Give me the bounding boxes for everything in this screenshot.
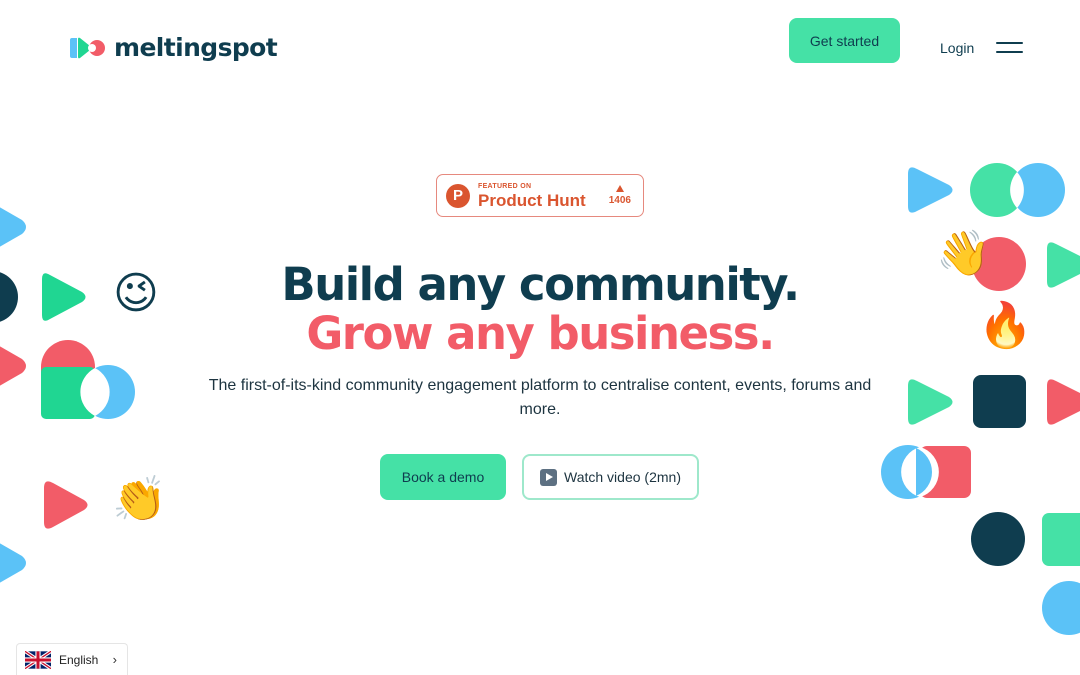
circle-shape bbox=[971, 512, 1025, 566]
triangle-shape bbox=[0, 346, 26, 386]
clap-emoji: 👏 bbox=[112, 475, 167, 524]
menu-line bbox=[996, 42, 1023, 44]
meltingspot-logo-icon bbox=[70, 37, 105, 58]
upvote-triangle-icon bbox=[615, 185, 624, 192]
get-started-button[interactable]: Get started bbox=[789, 18, 900, 63]
uk-flag-icon bbox=[25, 650, 51, 669]
book-demo-button[interactable]: Book a demo bbox=[380, 454, 506, 500]
chevron-right-icon: › bbox=[112, 652, 117, 667]
product-hunt-logo-icon: P bbox=[446, 183, 470, 208]
watch-video-button[interactable]: Watch video (2mn) bbox=[522, 454, 699, 500]
hamburger-menu-icon[interactable] bbox=[996, 40, 1024, 54]
fire-emoji: 🔥 bbox=[978, 301, 1033, 350]
triangle-shape bbox=[42, 273, 86, 321]
triangle-shape bbox=[908, 379, 953, 425]
wink-emoji: 😉 bbox=[113, 269, 159, 318]
triangle-shape bbox=[908, 167, 953, 213]
menu-line bbox=[996, 51, 1023, 53]
wave-emoji: 👋 bbox=[936, 229, 991, 278]
square-shape bbox=[973, 375, 1026, 428]
product-hunt-badge[interactable]: P FEATURED ON Product Hunt 1406 bbox=[436, 174, 644, 217]
left-decor-shapes bbox=[0, 207, 135, 583]
logo[interactable]: meltingspot bbox=[66, 33, 278, 62]
play-video-icon bbox=[540, 468, 558, 486]
triangle-shape bbox=[0, 207, 26, 247]
square-shape bbox=[1042, 513, 1080, 566]
hero-subtitle: The first-of-its-kind community engageme… bbox=[208, 377, 872, 418]
logo-text: meltingspot bbox=[114, 33, 278, 62]
triangle-shape bbox=[1047, 242, 1080, 288]
triangle-shape bbox=[0, 543, 26, 583]
login-link[interactable]: Login bbox=[940, 40, 974, 56]
vote-count: 1406 bbox=[608, 195, 631, 206]
triangle-shape bbox=[1047, 379, 1080, 425]
language-label: English bbox=[59, 652, 99, 667]
product-hunt-name: Product Hunt bbox=[478, 190, 586, 210]
circle-shape bbox=[1042, 581, 1080, 635]
featured-on-label: FEATURED ON bbox=[478, 182, 532, 190]
watch-video-label: Watch video (2mn) bbox=[564, 469, 681, 485]
product-hunt-text: FEATURED ON Product Hunt bbox=[478, 183, 586, 209]
language-selector[interactable]: English › bbox=[16, 643, 128, 675]
circle-shape bbox=[0, 272, 18, 322]
right-decor-shapes bbox=[881, 163, 1080, 635]
product-hunt-votes: 1406 bbox=[609, 185, 631, 206]
triangle-shape bbox=[44, 481, 88, 529]
